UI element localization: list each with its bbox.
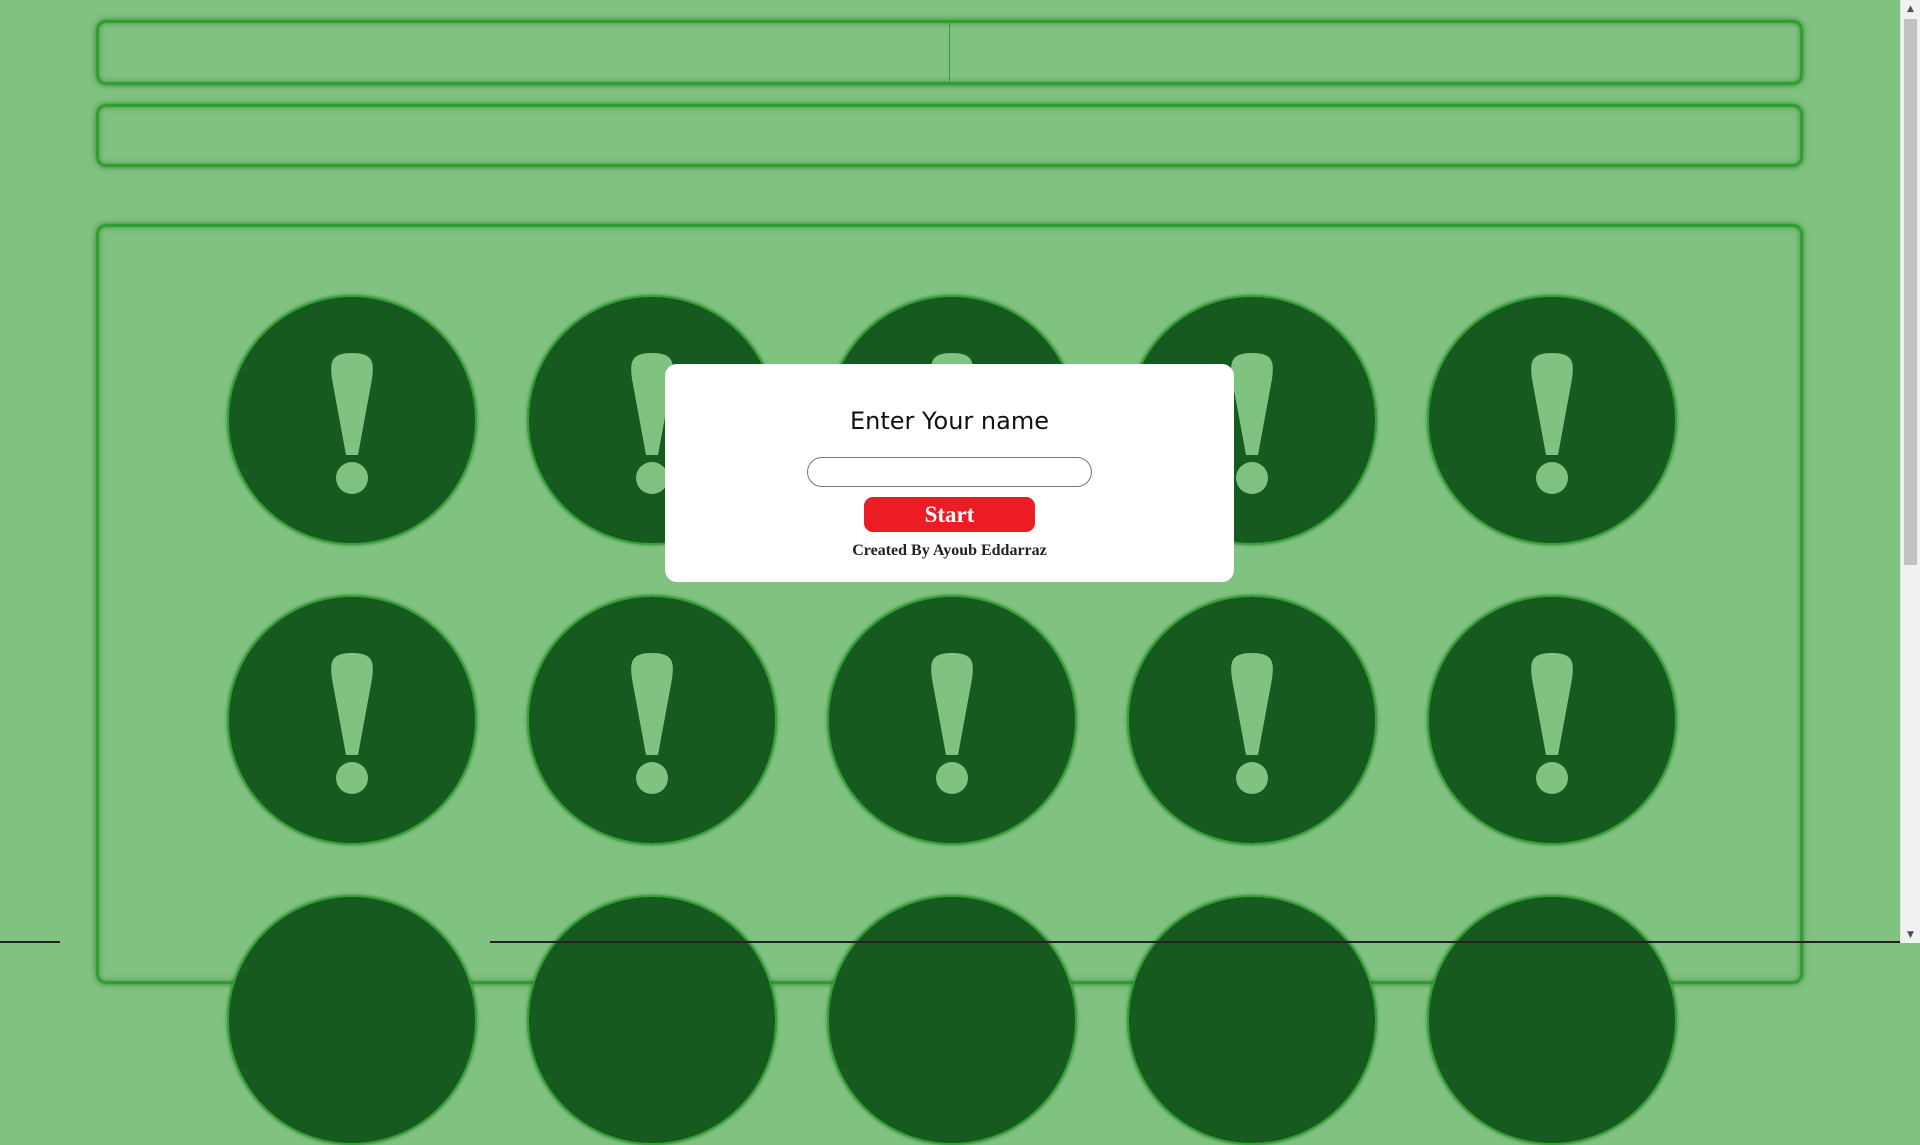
- memory-card[interactable]: [827, 895, 1077, 1145]
- exclamation-icon: [1531, 353, 1573, 494]
- tries-display: [949, 23, 1800, 82]
- memory-card[interactable]: [1427, 295, 1677, 545]
- player-name-display: [99, 23, 949, 82]
- exclamation-icon: [1231, 653, 1273, 794]
- status-bar: [96, 104, 1803, 167]
- scroll-up-icon[interactable]: ▲: [1901, 0, 1920, 17]
- name-dialog: Enter Your name Start Created By Ayoub E…: [665, 364, 1234, 582]
- memory-card[interactable]: [527, 895, 777, 1145]
- exclamation-icon: [631, 653, 673, 794]
- memory-card[interactable]: [1127, 895, 1377, 1145]
- memory-card[interactable]: [227, 895, 477, 1145]
- memory-card[interactable]: [227, 295, 477, 545]
- exclamation-icon: [931, 653, 973, 794]
- scrollbar-thumb[interactable]: [1904, 19, 1917, 565]
- memory-card[interactable]: [1427, 895, 1677, 1145]
- exclamation-icon: [331, 653, 373, 794]
- exclamation-icon: [331, 353, 373, 494]
- memory-card[interactable]: [1427, 595, 1677, 845]
- credit-text: Created By Ayoub Eddarraz: [852, 542, 1047, 559]
- name-input[interactable]: [807, 457, 1092, 487]
- dialog-title: Enter Your name: [850, 407, 1049, 435]
- scroll-down-icon[interactable]: ▼: [1901, 926, 1920, 943]
- memory-card[interactable]: [1127, 595, 1377, 845]
- memory-card[interactable]: [827, 595, 1077, 845]
- game-board: [96, 224, 1803, 1145]
- memory-card[interactable]: [227, 595, 477, 845]
- start-button[interactable]: Start: [864, 497, 1035, 532]
- exclamation-icon: [1531, 653, 1573, 794]
- player-info-bar: [96, 20, 1803, 85]
- vertical-scrollbar[interactable]: ▲ ▼: [1900, 0, 1920, 943]
- memory-card[interactable]: [527, 595, 777, 845]
